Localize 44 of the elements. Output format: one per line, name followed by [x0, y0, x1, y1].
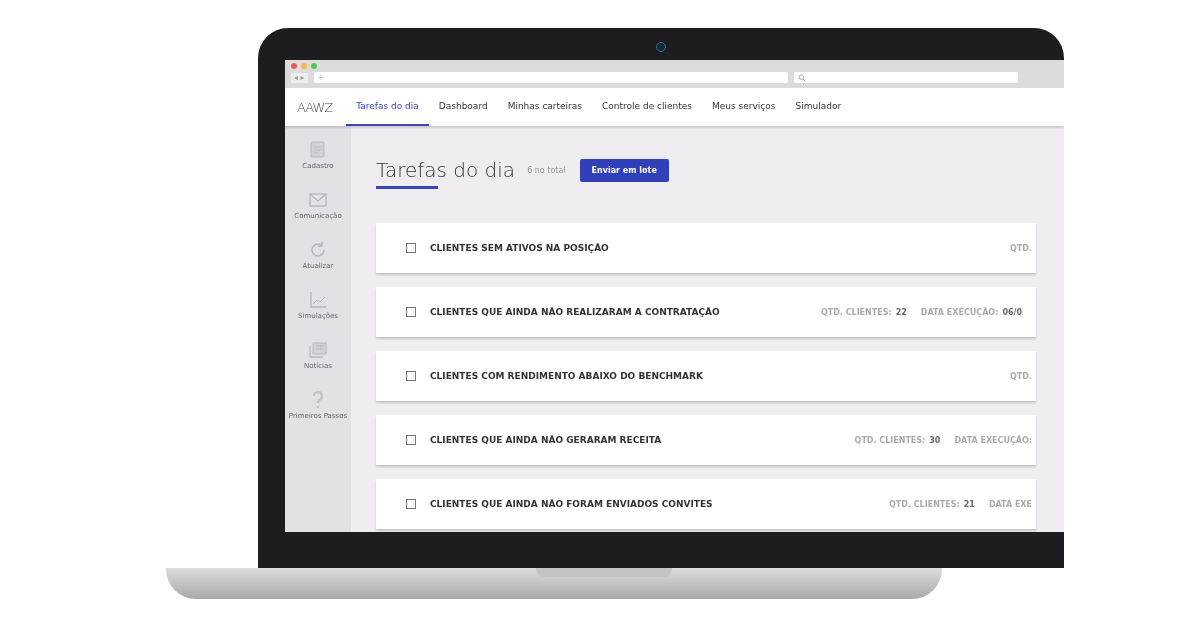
nav-tab[interactable]: Controle de clientes	[592, 88, 702, 126]
page-title: Tarefas do dia	[376, 158, 516, 189]
checkbox[interactable]	[406, 499, 416, 509]
meta-label: DATA EXE	[988, 499, 1032, 509]
meta-value: 22	[895, 307, 907, 317]
meta-label: DATA EXECUÇÃO:	[920, 307, 999, 317]
meta-label: QTD. CLIENTES:	[854, 435, 926, 445]
newspaper-icon	[308, 340, 328, 360]
meta-label: QTD. CLIENTES:	[889, 499, 960, 509]
task-title: CLIENTES QUE AINDA NÃO GERARAM RECEITA	[430, 435, 663, 445]
form-icon	[308, 140, 328, 160]
envelope-icon	[308, 190, 328, 210]
task-count: 6 no total	[527, 166, 566, 175]
nav-tab[interactable]: Meus serviços	[702, 88, 786, 126]
search-field[interactable]	[793, 72, 1018, 83]
nav-tab[interactable]: Dashboard	[428, 88, 498, 126]
meta-value: 30	[929, 435, 941, 445]
meta-label: DATA EXECUÇÃO:	[954, 435, 1032, 445]
meta-label: QTD.	[1010, 243, 1032, 253]
nav-tab[interactable]: Simulador	[785, 88, 852, 126]
close-dot-icon[interactable]	[291, 63, 297, 69]
checkbox[interactable]	[406, 435, 416, 445]
task-title: CLIENTES QUE AINDA NÃO FORAM ENVIADOS CONVITES	[430, 499, 714, 509]
meta-value: 21	[963, 499, 975, 509]
task-title: CLIENTES SEM ATIVOS NA POSIÇÃO	[430, 243, 610, 253]
nav-tab[interactable]: Minhas carteiras	[497, 88, 592, 126]
maximize-dot-icon[interactable]	[311, 63, 317, 69]
meta-label: QTD. CLIENTES:	[820, 307, 892, 317]
checkbox[interactable]	[406, 243, 416, 253]
task-title: CLIENTES COM RENDIMENTO ABAIXO DO BENCHMARK	[430, 371, 704, 381]
checkbox[interactable]	[406, 307, 416, 317]
refresh-icon	[308, 240, 328, 260]
task-title: CLIENTES QUE AINDA NÃO REALIZARAM A CONTRATAÇÃO	[430, 307, 721, 317]
back-forward-buttons[interactable]: ◂ ▸	[291, 72, 308, 83]
logo: AAWZ	[296, 98, 334, 117]
nav-tab[interactable]: Tarefas do dia	[346, 88, 429, 126]
line-chart-icon	[308, 290, 328, 310]
meta-label: QTD.	[1010, 371, 1032, 381]
minimize-dot-icon[interactable]	[301, 63, 307, 69]
checkbox[interactable]	[406, 371, 416, 381]
meta-value: 06/0	[1002, 307, 1022, 317]
send-batch-button[interactable]: Enviar em lote	[579, 159, 669, 182]
camera-icon	[656, 42, 666, 52]
search-icon	[797, 73, 806, 82]
